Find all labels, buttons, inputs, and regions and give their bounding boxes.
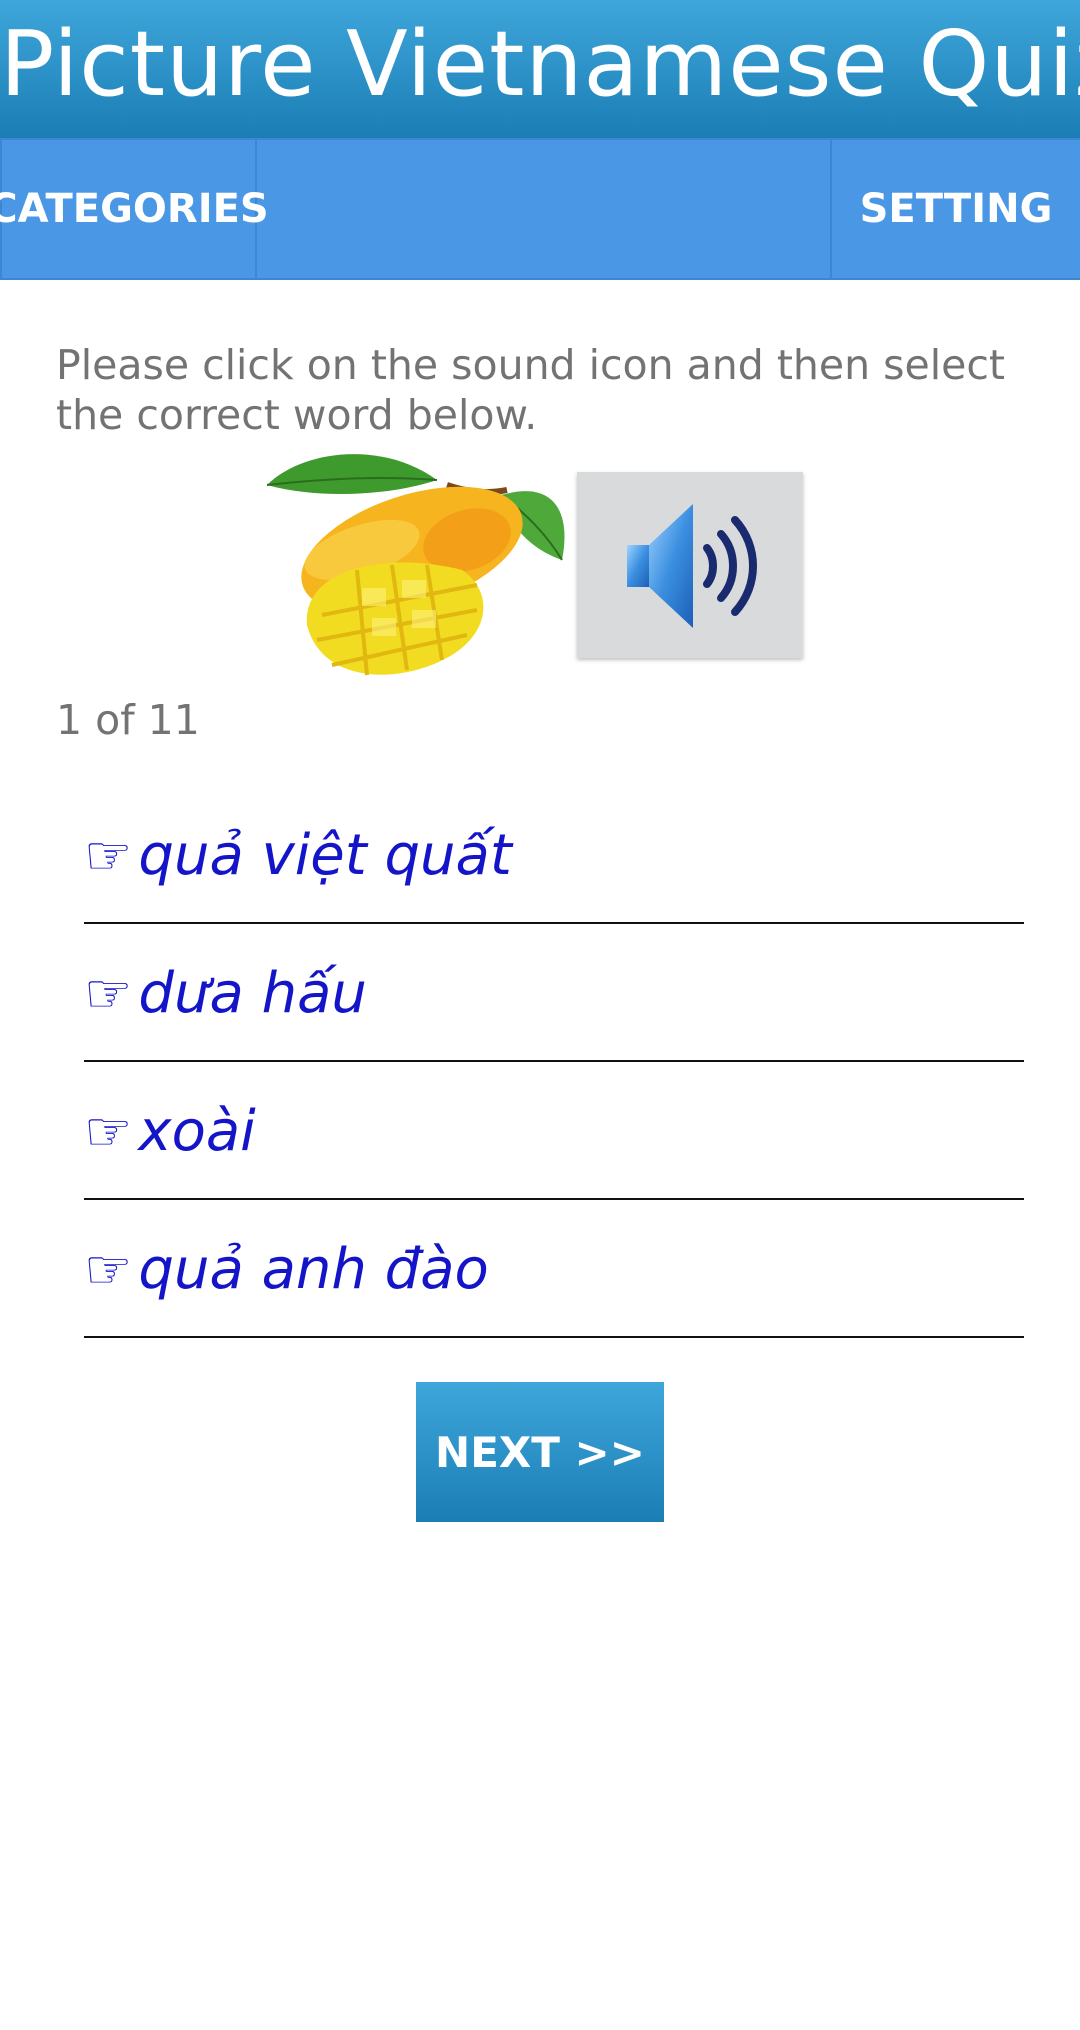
nav-bar: CATEGORIES SETTING — [0, 138, 1080, 280]
mango-picture — [262, 440, 572, 690]
mango-icon — [266, 454, 565, 676]
answer-text: quả việt quất — [138, 822, 512, 888]
pointing-hand-icon: ☞ — [84, 1237, 133, 1301]
answer-list: ☞ quả việt quất ☞ dưa hấu ☞ xoài ☞ quả a… — [84, 788, 1024, 1340]
answer-option[interactable]: ☞ quả anh đào — [84, 1202, 1024, 1338]
pointing-hand-icon: ☞ — [84, 961, 133, 1025]
app-title: Picture Vietnamese Quiz — [0, 12, 1080, 117]
answer-option[interactable]: ☞ xoài — [84, 1064, 1024, 1200]
categories-button[interactable]: CATEGORIES — [0, 140, 269, 278]
pointing-hand-icon: ☞ — [84, 1099, 133, 1163]
instructions-text: Please click on the sound icon and then … — [56, 341, 1005, 439]
answer-text: quả anh đào — [138, 1236, 489, 1302]
app-header: Picture Vietnamese Quiz — [0, 0, 1080, 138]
pointing-hand-icon: ☞ — [84, 823, 133, 887]
answer-text: xoài — [138, 1098, 256, 1164]
answer-text: dưa hấu — [138, 960, 367, 1026]
progress-counter: 1 of 11 — [56, 696, 200, 744]
sound-button[interactable] — [577, 472, 803, 658]
answer-option[interactable]: ☞ dưa hấu — [84, 926, 1024, 1062]
setting-button[interactable]: SETTING — [830, 140, 1080, 278]
next-button[interactable]: NEXT >> — [416, 1382, 664, 1522]
speaker-icon — [627, 504, 757, 628]
answer-option[interactable]: ☞ quả việt quất — [84, 788, 1024, 924]
